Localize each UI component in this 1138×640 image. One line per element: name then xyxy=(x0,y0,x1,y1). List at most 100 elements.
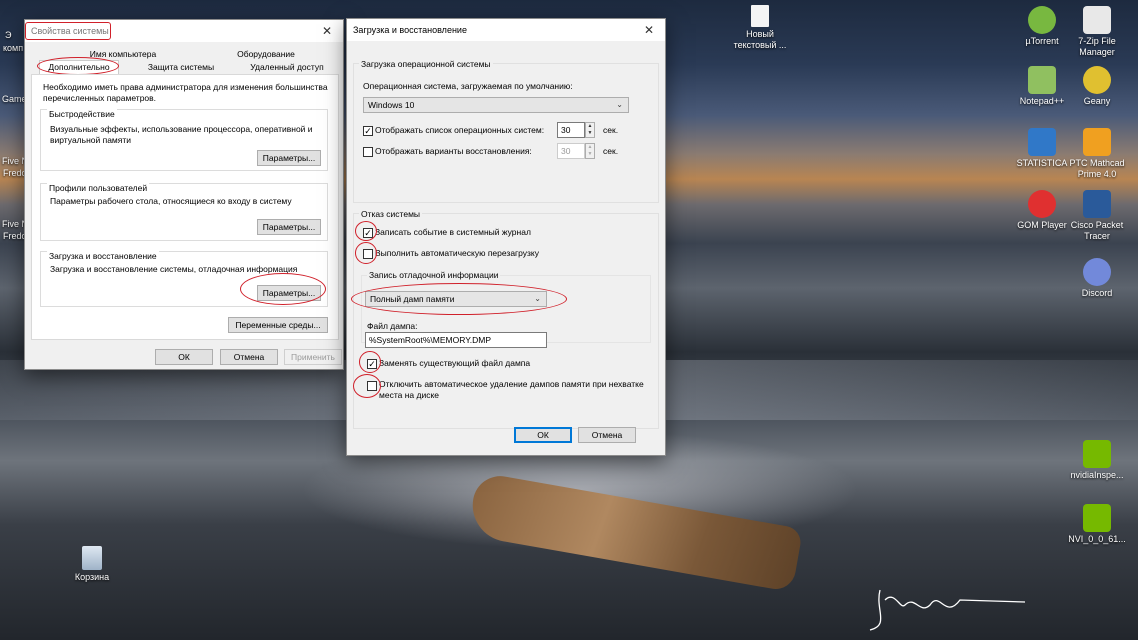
chevron-down-icon: ⌄ xyxy=(616,100,623,109)
geany-icon xyxy=(1083,66,1111,94)
startup-recovery-group: Загрузка и восстановление Загрузка и вос… xyxy=(40,251,328,307)
write-event-checkbox[interactable]: ✓ xyxy=(363,228,373,238)
advanced-tab-page: Необходимо иметь права администратора дл… xyxy=(31,74,339,340)
statistica-icon xyxy=(1028,128,1056,156)
write-event-label: Записать событие в системный журнал xyxy=(375,227,531,237)
spinner-arrows-icon[interactable]: ▲ ▼ xyxy=(585,143,595,159)
show-os-list-checkbox[interactable]: ✓ xyxy=(363,126,373,136)
dump-type-select[interactable]: Полный дамп памяти ⌄ xyxy=(365,291,547,307)
group-description: Визуальные эффекты, использование процес… xyxy=(50,124,313,145)
desktop-icon-nvidia-inspector[interactable]: nvidiaInspe... xyxy=(1061,440,1133,481)
utorrent-icon xyxy=(1028,6,1056,34)
overwrite-label: Заменять существующий файл дампа xyxy=(379,358,531,368)
close-icon[interactable]: ✕ xyxy=(317,24,337,38)
ok-button[interactable]: ОК xyxy=(514,427,572,443)
desktop-icon-geany[interactable]: Geany xyxy=(1061,66,1133,107)
title-bar: Свойства системы ✕ xyxy=(25,20,343,42)
group-title: Отказ системы xyxy=(359,209,423,220)
auto-restart-label: Выполнить автоматическую перезагрузку xyxy=(375,248,539,258)
apply-button[interactable]: Применить xyxy=(284,349,342,365)
desktop-icon-label: PTC Mathcad Prime 4.0 xyxy=(1069,158,1125,179)
desktop-icon-label: NVI_0_0_61... xyxy=(1068,534,1126,544)
chevron-down-icon: ⌄ xyxy=(534,294,541,303)
desktop-label-partial: Э xyxy=(5,30,12,40)
select-value: Полный дамп памяти xyxy=(370,294,455,304)
desktop-icon-label: nvidiaInspe... xyxy=(1070,470,1124,480)
cancel-button[interactable]: Отмена xyxy=(578,427,636,443)
group-title: Профили пользователей xyxy=(47,183,150,194)
seconds-label: сек. xyxy=(603,146,619,156)
performance-settings-button[interactable]: Параметры... xyxy=(257,150,321,166)
desktop-icon-discord[interactable]: Discord xyxy=(1061,258,1133,299)
disable-autodelete-checkbox[interactable] xyxy=(367,381,377,391)
ok-button[interactable]: ОК xyxy=(155,349,213,365)
packet-tracer-icon xyxy=(1083,190,1111,218)
tab-hardware[interactable]: Оборудование xyxy=(211,48,321,60)
group-description: Загрузка и восстановление системы, отлад… xyxy=(50,264,298,274)
title-bar: Загрузка и восстановление ✕ xyxy=(347,19,665,41)
group-title: Быстродействие xyxy=(47,109,117,120)
desktop-icon-label: 7-Zip File Manager xyxy=(1078,36,1116,57)
group-title: Запись отладочной информации xyxy=(367,270,501,281)
desktop-label-partial: Fredo xyxy=(3,168,27,178)
desktop-icon-text-file[interactable]: Новый текстовый ... xyxy=(724,5,796,51)
show-recovery-label: Отображать варианты восстановления: xyxy=(375,146,532,156)
group-title: Загрузка операционной системы xyxy=(359,59,493,70)
profiles-settings-button[interactable]: Параметры... xyxy=(257,219,321,235)
show-os-list-label: Отображать список операционных систем: xyxy=(375,125,545,135)
auto-restart-checkbox[interactable] xyxy=(363,249,373,259)
desktop-label-partial: комп xyxy=(3,43,24,53)
desktop-icon-recycle-bin[interactable]: Корзина xyxy=(56,546,128,583)
window-title: Загрузка и восстановление xyxy=(353,25,467,35)
nvidia-icon xyxy=(1083,504,1111,532)
overwrite-checkbox[interactable]: ✓ xyxy=(367,359,377,369)
desktop-icon-mathcad[interactable]: PTC Mathcad Prime 4.0 xyxy=(1061,128,1133,180)
dump-file-input[interactable]: %SystemRoot%\MEMORY.DMP xyxy=(365,332,547,348)
default-os-select[interactable]: Windows 10 ⌄ xyxy=(363,97,629,113)
admin-note: Необходимо иметь права администратора дл… xyxy=(43,82,328,103)
window-title: Свойства системы xyxy=(31,26,109,36)
nvidia-icon xyxy=(1083,440,1111,468)
desktop-icon-label: Cisco Packet Tracer xyxy=(1070,220,1124,241)
default-os-label: Операционная система, загружаемая по умо… xyxy=(363,81,573,91)
spinner-arrows-icon[interactable]: ▲ ▼ xyxy=(585,122,595,138)
profiles-group: Профили пользователей Параметры рабочего… xyxy=(40,183,328,241)
dialog-body: Загрузка операционной системы Операционн… xyxy=(347,41,665,433)
signature-watermark xyxy=(869,589,1026,631)
show-recovery-checkbox[interactable] xyxy=(363,147,373,157)
desktop-icon-label: Geany xyxy=(1083,96,1111,106)
desktop-icon-label: Корзина xyxy=(74,572,110,582)
desktop-icon-packet-tracer[interactable]: Cisco Packet Tracer xyxy=(1061,190,1133,242)
performance-group: Быстродействие Визуальные эффекты, испол… xyxy=(40,109,328,171)
startup-recovery-window: Загрузка и восстановление ✕ Загрузка опе… xyxy=(346,18,666,456)
group-description: Параметры рабочего стола, относящиеся ко… xyxy=(50,196,292,206)
close-icon[interactable]: ✕ xyxy=(639,23,659,37)
recycle-bin-icon xyxy=(82,546,102,570)
desktop-label-partial: Game xyxy=(2,94,27,104)
environment-variables-button[interactable]: Переменные среды... xyxy=(228,317,328,333)
desktop-label-partial: Fredo xyxy=(3,231,27,241)
tab-computer-name[interactable]: Имя компьютера xyxy=(75,48,171,60)
disable-autodelete-label: Отключить автоматическое удаление дампов… xyxy=(379,379,644,400)
desktop-icon-label: Новый текстовый ... xyxy=(733,29,787,50)
tab-system-protection[interactable]: Защита системы xyxy=(133,61,229,73)
desktop-icon-nvi[interactable]: NVI_0_0_61... xyxy=(1061,504,1133,545)
startup-settings-button[interactable]: Параметры... xyxy=(257,285,321,301)
discord-icon xyxy=(1083,258,1111,286)
notepadpp-icon xyxy=(1028,66,1056,94)
mathcad-icon xyxy=(1083,128,1111,156)
os-list-seconds-input[interactable]: 30 xyxy=(557,122,585,138)
tab-remote[interactable]: Удаленный доступ xyxy=(233,61,341,73)
group-title: Загрузка и восстановление xyxy=(47,251,159,262)
desktop-icon-label: Discord xyxy=(1081,288,1113,298)
seconds-label: сек. xyxy=(603,125,619,135)
7zip-icon xyxy=(1083,6,1111,34)
gomplayer-icon xyxy=(1028,190,1056,218)
tab-advanced[interactable]: Дополнительно xyxy=(39,60,119,74)
desktop-icon-7zip[interactable]: 7-Zip File Manager xyxy=(1061,6,1133,58)
select-value: Windows 10 xyxy=(368,100,415,110)
recovery-seconds-input[interactable]: 30 xyxy=(557,143,585,159)
cancel-button[interactable]: Отмена xyxy=(220,349,278,365)
text-file-icon xyxy=(751,5,769,27)
dump-file-label: Файл дампа: xyxy=(367,321,418,331)
